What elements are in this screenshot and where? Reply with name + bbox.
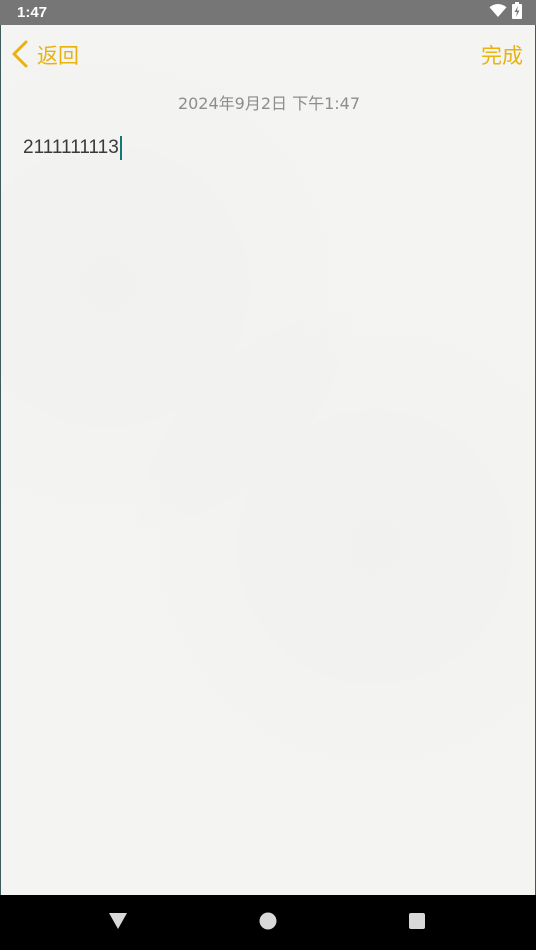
note-editor-screen: 1:47 返回 完成 2024年9月2日 下午1:47 2111111113: [0, 0, 536, 950]
status-bar: 1:47: [0, 0, 536, 25]
nav-home-button[interactable]: [238, 895, 298, 950]
done-button[interactable]: 完成: [481, 41, 523, 71]
nav-recents-button[interactable]: [387, 895, 447, 950]
back-triangle-icon: [108, 912, 128, 934]
home-circle-icon: [259, 912, 277, 934]
wifi-icon: [489, 3, 507, 22]
note-paper: 返回 完成 2024年9月2日 下午1:47 2111111113: [0, 25, 536, 895]
text-cursor: [119, 136, 122, 160]
status-icons: [489, 2, 522, 23]
status-time: 1:47: [17, 4, 48, 21]
battery-charging-icon: [512, 2, 522, 23]
back-button[interactable]: 返回: [11, 39, 79, 73]
nav-back-button[interactable]: [88, 895, 148, 950]
note-date: 2024年9月2日 下午1:47: [177, 94, 361, 113]
recents-square-icon: [408, 912, 426, 934]
navigation-bar: [0, 895, 536, 950]
note-body-editor[interactable]: 2111111113: [23, 135, 122, 161]
back-label: 返回: [37, 44, 79, 68]
note-body-text[interactable]: 2111111113: [23, 135, 119, 161]
chevron-left-icon: [11, 39, 29, 73]
